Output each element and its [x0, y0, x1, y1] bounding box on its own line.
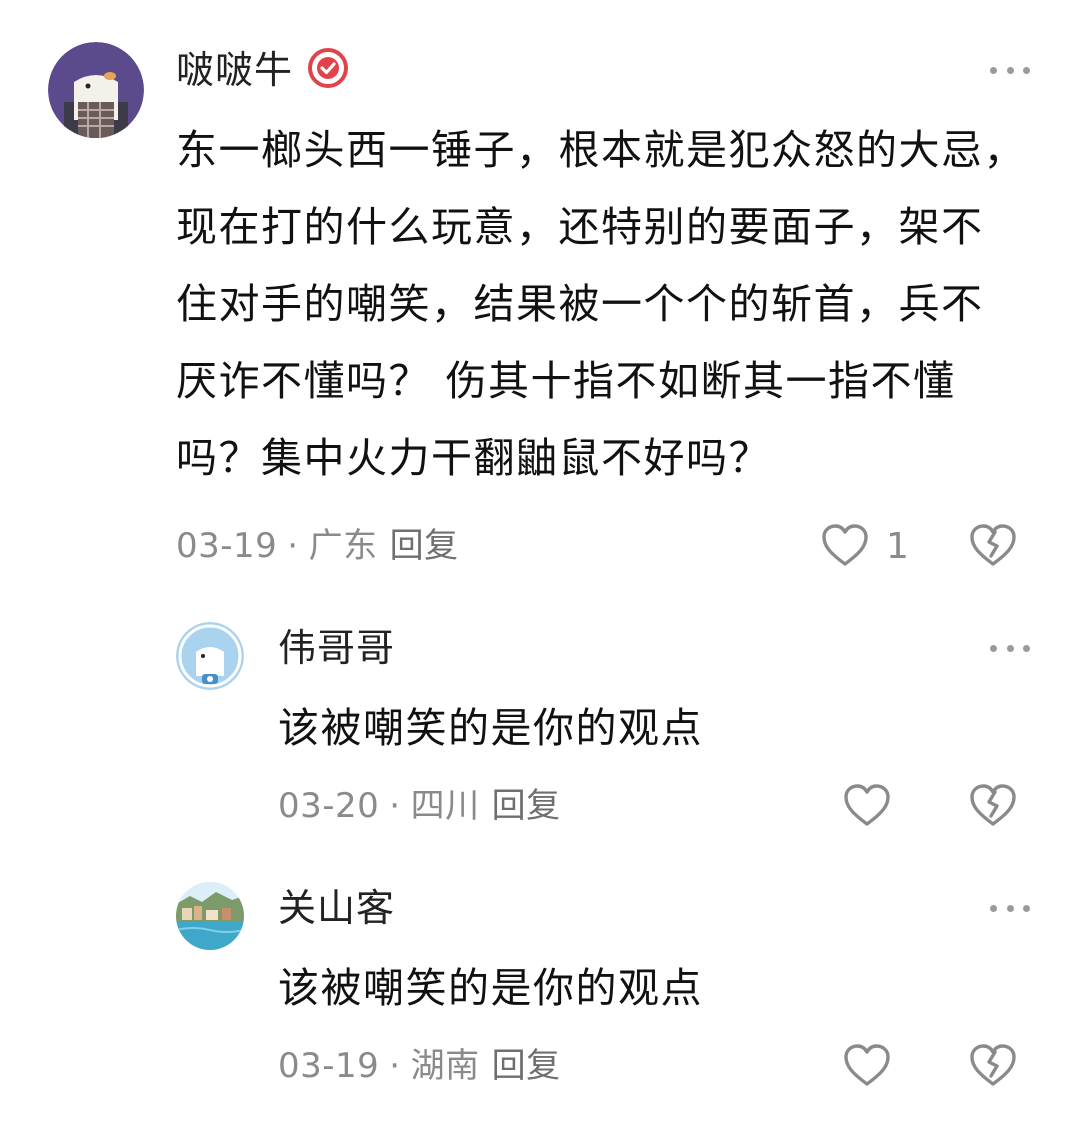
comment-location: 广东: [308, 526, 378, 566]
comment-text-line: 吗？集中火力干翻鼬鼠不好吗？: [176, 434, 771, 482]
comment-text: 东一榔头西一锤子，根本就是犯众怒的大忌， 现在打的什么玩意，还特别的要面子，架不…: [176, 112, 1056, 497]
reply-button[interactable]: 回复: [390, 524, 459, 568]
heart-icon: [842, 782, 892, 832]
heart-icon: [820, 522, 870, 572]
reply-button[interactable]: 回复: [492, 1044, 561, 1088]
comment-text-line: 厌诈不懂吗？ 伤其十指不如断其一指不懂: [176, 357, 956, 405]
like-button[interactable]: [842, 782, 892, 832]
broken-heart-icon: [968, 1044, 1018, 1092]
comment-text: 该被嘲笑的是你的观点: [278, 704, 703, 752]
comment-date: 03-19: [278, 1046, 380, 1086]
comment-text: 该被嘲笑的是你的观点: [278, 964, 703, 1012]
comment-meta: 03-19 · 广东 回复: [176, 524, 459, 568]
separator: ·: [389, 786, 401, 826]
comment-text-line: 住对手的嘲笑，结果被一个个的斩首，兵不: [176, 280, 984, 328]
broken-heart-icon: [968, 524, 1018, 572]
comment-reply: 关山客 该被嘲笑的是你的观点 03-19 · 湖南 回复: [0, 860, 1080, 1142]
comment-reply: 伟哥哥 该被嘲笑的是你的观点 03-20 · 四川 回复: [0, 600, 1080, 860]
more-dots-icon[interactable]: [990, 898, 1030, 918]
separator: ·: [389, 1046, 401, 1086]
comment-location: 四川: [410, 786, 480, 826]
reply-button[interactable]: 回复: [492, 784, 561, 828]
heart-icon: [842, 1042, 892, 1092]
like-button[interactable]: 1: [820, 522, 909, 572]
like-button[interactable]: [842, 1042, 892, 1092]
username-row: 啵啵牛: [176, 47, 349, 93]
dislike-button[interactable]: [968, 522, 1018, 572]
username[interactable]: 伟哥哥: [278, 625, 395, 671]
avatar[interactable]: [176, 882, 244, 950]
more-dots-icon[interactable]: [990, 60, 1030, 80]
dislike-button[interactable]: [968, 1042, 1018, 1092]
avatar[interactable]: [176, 622, 244, 690]
verified-badge-icon: [307, 47, 349, 93]
comment-meta: 03-19 · 湖南 回复: [278, 1044, 561, 1088]
more-dots-icon[interactable]: [990, 638, 1030, 658]
username[interactable]: 啵啵牛: [176, 47, 293, 93]
separator: ·: [287, 526, 299, 566]
comment-location: 湖南: [410, 1046, 480, 1086]
comment-date: 03-20: [278, 786, 380, 826]
broken-heart-icon: [968, 784, 1018, 832]
comment-text-line: 现在打的什么玩意，还特别的要面子，架不: [176, 203, 984, 251]
comment-text-line: 东一榔头西一锤子，根本就是犯众怒的大忌，: [176, 126, 1026, 174]
like-count: 1: [886, 526, 909, 567]
dislike-button[interactable]: [968, 782, 1018, 832]
username[interactable]: 关山客: [278, 885, 395, 931]
comment-date: 03-19: [176, 526, 278, 566]
comment-top-level: 啵啵牛 东一榔头西一锤子，根本就是犯众怒的大忌， 现在打的什么玩意，还特别的要面…: [0, 0, 1080, 600]
comment-meta: 03-20 · 四川 回复: [278, 784, 561, 828]
avatar[interactable]: [48, 42, 144, 138]
